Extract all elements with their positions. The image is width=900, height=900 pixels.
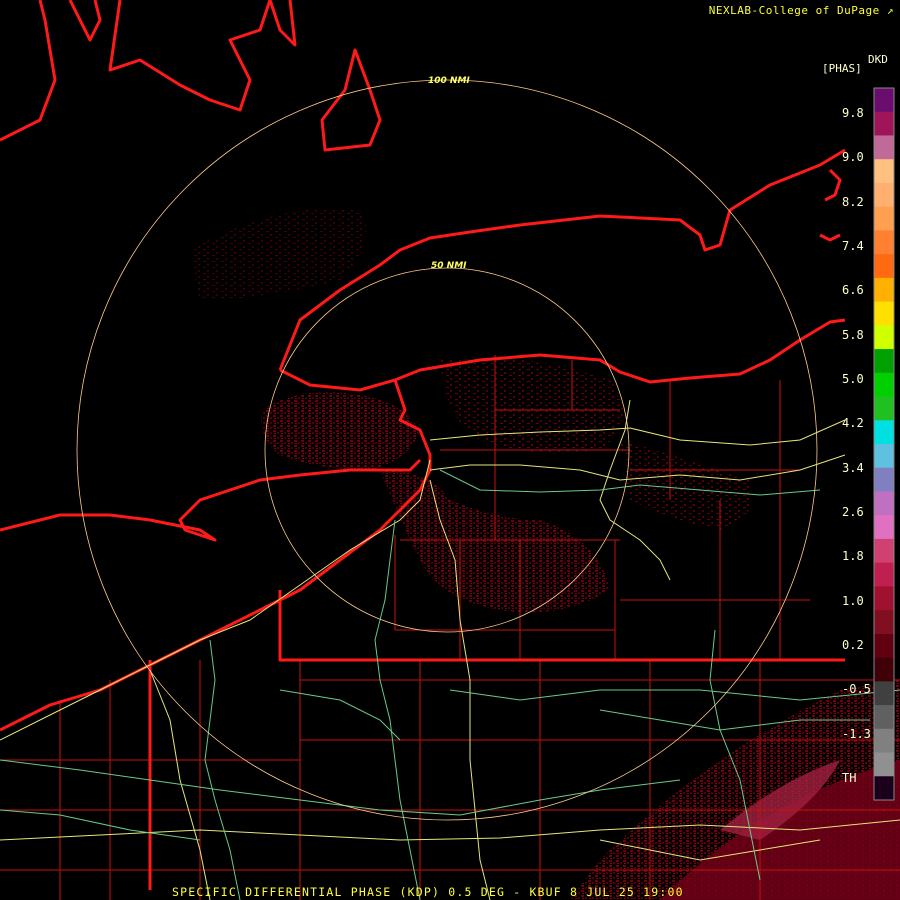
scale-tick-label: 2.6: [842, 505, 864, 519]
scale-tick-label: 0.2: [842, 638, 864, 652]
radar-map: 50 NMI 100 NMI: [0, 0, 900, 900]
scale-swatch: [874, 444, 894, 469]
scale-swatch: [874, 301, 894, 326]
credit-text: NEXLAB-College of DuPage ↗: [709, 4, 894, 17]
product-caption: SPECIFIC DIFFERENTIAL PHASE (KDP) 0.5 DE…: [172, 885, 684, 899]
scale-tick-label: 1.8: [842, 549, 864, 564]
scale-swatch: [874, 206, 894, 231]
scale-tick-label: 3.4: [842, 460, 864, 475]
credit-label: NEXLAB-College of DuPage: [708, 4, 880, 17]
scale-tick-label: 5.0: [842, 372, 864, 386]
scale-swatch: [874, 277, 894, 303]
scale-tick-label: 4.2: [842, 416, 864, 431]
scale-swatch: [874, 728, 894, 754]
scale-swatch: [874, 657, 894, 682]
scale-tick-label: 6.6: [842, 283, 864, 298]
scale-tick-label: 9.0: [842, 150, 864, 165]
scale-swatch: [874, 586, 894, 611]
scale-swatch: [874, 705, 894, 730]
ring-label-50: 50 NMI: [431, 261, 467, 271]
scale-tick-label: 8.2: [842, 194, 864, 209]
scale-swatch: [874, 752, 894, 777]
external-link-icon[interactable]: ↗: [887, 4, 894, 17]
scale-tick-label: 5.8: [842, 327, 864, 342]
scale-swatch: [874, 88, 894, 113]
color-scale-bar: [873, 87, 895, 801]
scale-swatch: [874, 610, 894, 635]
scale-swatch: [874, 491, 894, 516]
scale-swatch: [874, 254, 894, 279]
scale-tick-label: 7.4: [842, 239, 864, 253]
scale-swatch: [874, 467, 894, 492]
scale-swatch: [874, 230, 894, 255]
scale-tick-label: -0.5: [842, 682, 871, 697]
scale-swatch: [874, 325, 894, 350]
product-code: DKD: [868, 53, 888, 66]
scale-swatch: [874, 396, 894, 421]
range-rings: 50 NMI 100 NMI: [76, 76, 818, 821]
radar-echoes: [190, 208, 900, 900]
unit-label: [PHAS]: [822, 62, 862, 75]
scale-swatch: [874, 372, 894, 398]
scale-tick-label: 9.8: [842, 106, 864, 120]
scale-tick-label: TH: [842, 771, 857, 785]
scale-swatch: [874, 349, 894, 374]
scale-swatch: [874, 681, 894, 706]
scale-swatch: [874, 135, 894, 160]
scale-swatch: [874, 633, 894, 659]
scale-tick-label: 1.0: [842, 593, 864, 608]
scale-swatch: [874, 111, 894, 136]
scale-swatch: [874, 776, 894, 801]
scale-swatch: [874, 538, 894, 564]
scale-swatch: [874, 159, 894, 184]
scale-swatch: [874, 562, 894, 587]
scale-swatch: [874, 515, 894, 540]
scale-tick-label: -1.3: [842, 726, 871, 741]
ring-label-100: 100 NMI: [428, 76, 470, 86]
scale-swatch: [874, 182, 894, 208]
state-borders: [0, 0, 846, 890]
scale-swatch: [874, 420, 894, 445]
